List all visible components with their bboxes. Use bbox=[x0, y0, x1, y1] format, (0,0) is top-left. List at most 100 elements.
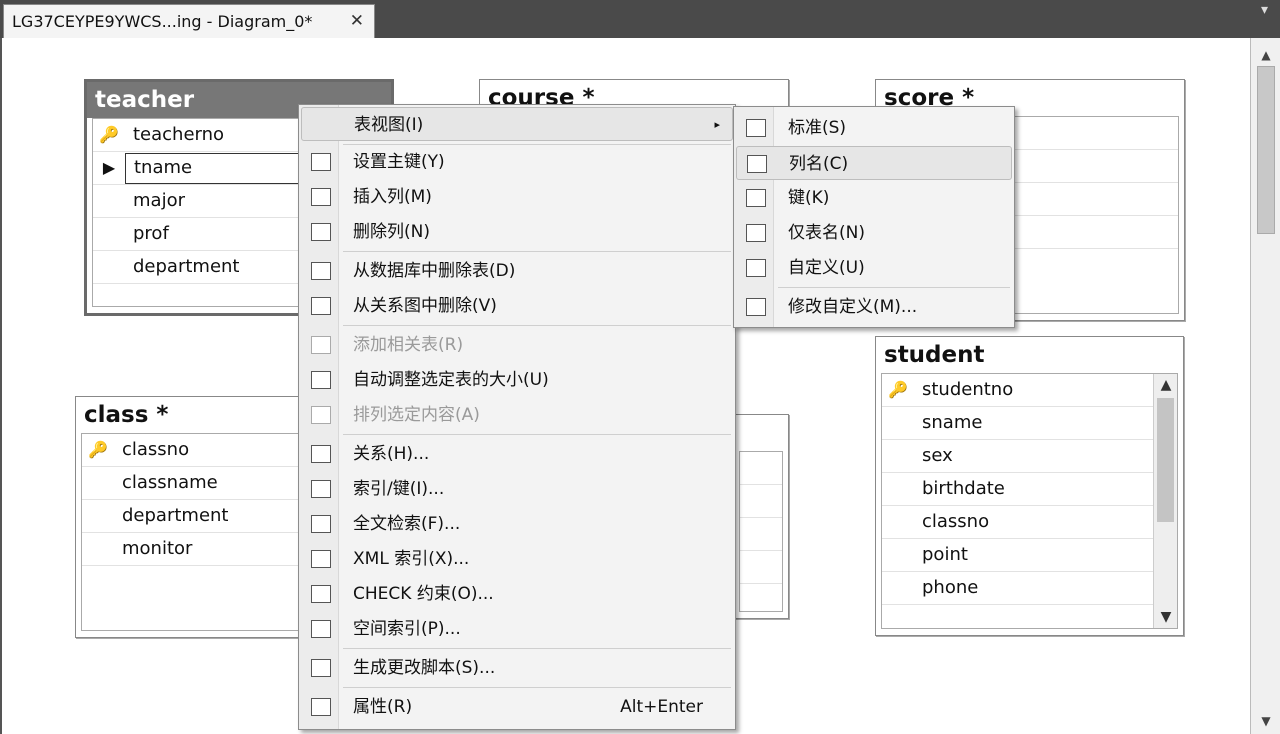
grid-icon bbox=[746, 119, 766, 137]
menu-item-spatial-index[interactable]: 空间索引(P)... bbox=[301, 612, 461, 646]
menu-item-set-primary-key[interactable]: 设置主键(Y) bbox=[301, 145, 445, 179]
menu-item-insert-column[interactable]: 插入列(M) bbox=[301, 180, 432, 214]
menu-item-autosize[interactable]: 自动调整选定表的大小(U) bbox=[301, 363, 549, 397]
column-grid: 🔑 studentno sname sex birthdate classno p… bbox=[881, 373, 1178, 629]
table-student[interactable]: student 🔑 studentno sname sex birthdate c… bbox=[875, 336, 1184, 636]
key-icon: 🔑 bbox=[888, 380, 908, 399]
script-icon bbox=[311, 659, 331, 677]
menu-separator bbox=[778, 287, 1010, 288]
tab-dropdown-icon[interactable]: ▾ bbox=[1261, 2, 1268, 18]
menu-item-delete-column[interactable]: 删除列(N) bbox=[301, 215, 430, 249]
column-name: monitor bbox=[122, 538, 193, 559]
column-name: birthdate bbox=[922, 478, 1005, 499]
column-name: studentno bbox=[922, 379, 1014, 400]
close-icon[interactable]: ✕ bbox=[350, 11, 364, 31]
menu-label: XML 索引(X)... bbox=[353, 549, 470, 569]
menu-separator bbox=[343, 251, 731, 252]
xml-index-icon bbox=[311, 550, 331, 568]
scroll-thumb[interactable] bbox=[1257, 66, 1275, 234]
submenu-item-keys[interactable]: 键(K) bbox=[736, 181, 829, 215]
canvas-vertical-scrollbar[interactable]: ▲ ▼ bbox=[1250, 38, 1280, 734]
column-name: classname bbox=[122, 472, 218, 493]
menu-label: 空间索引(P)... bbox=[353, 619, 461, 639]
delete-table-icon bbox=[311, 262, 331, 280]
column-row[interactable]: 🔑 studentno bbox=[882, 374, 1177, 407]
menu-label: 属性(R) bbox=[353, 697, 413, 717]
menu-label: 自动调整选定表的大小(U) bbox=[353, 370, 549, 390]
submenu-item-modify-custom[interactable]: 修改自定义(M)... bbox=[736, 290, 917, 324]
menu-label: 从数据库中删除表(D) bbox=[353, 261, 516, 281]
context-menu: 表视图(I) ▸ 设置主键(Y) 插入列(M) 删除列(N) 从数据库中删除表(D… bbox=[298, 104, 736, 730]
menu-item-generate-script[interactable]: 生成更改脚本(S)... bbox=[301, 651, 495, 685]
diagram-tab[interactable]: LG37CEYPE9YWCS...ing - Diagram_0* ✕ bbox=[3, 4, 375, 38]
column-row[interactable]: birthdate bbox=[882, 473, 1177, 506]
menu-item-arrange-selection[interactable]: 排列选定内容(A) bbox=[301, 398, 480, 432]
table-class[interactable]: class * 🔑 classno classname department mo… bbox=[75, 396, 311, 638]
column-row[interactable]: classname bbox=[82, 467, 304, 500]
menu-label: 添加相关表(R) bbox=[353, 335, 464, 355]
column-row[interactable] bbox=[740, 485, 782, 518]
column-row[interactable] bbox=[740, 551, 782, 584]
submenu-item-standard[interactable]: 标准(S) bbox=[736, 111, 846, 145]
related-tables-icon bbox=[311, 336, 331, 354]
scroll-up-icon[interactable]: ▲ bbox=[1251, 44, 1280, 66]
menu-item-fulltext[interactable]: 全文检索(F)... bbox=[301, 507, 460, 541]
menu-label: 仅表名(N) bbox=[788, 223, 865, 243]
column-name: prof bbox=[133, 223, 169, 244]
delete-column-icon bbox=[311, 223, 331, 241]
menu-label: 自定义(U) bbox=[788, 258, 865, 278]
menu-separator bbox=[343, 687, 731, 688]
menu-label: 生成更改脚本(S)... bbox=[353, 658, 496, 678]
column-name: major bbox=[133, 190, 185, 211]
remove-icon bbox=[311, 297, 331, 315]
column-row[interactable]: sname bbox=[882, 407, 1177, 440]
menu-item-indexes-keys[interactable]: 索引/键(I)... bbox=[301, 472, 444, 506]
menu-label: 列名(C) bbox=[789, 154, 849, 174]
menu-label: 插入列(M) bbox=[353, 187, 432, 207]
menu-label: 设置主键(Y) bbox=[353, 152, 445, 172]
column-row[interactable] bbox=[740, 518, 782, 551]
table-partial[interactable] bbox=[733, 414, 789, 619]
menu-item-relationships[interactable]: 关系(H)... bbox=[301, 437, 429, 471]
column-row[interactable]: point bbox=[882, 539, 1177, 572]
column-row[interactable]: 🔑 classno bbox=[82, 434, 304, 467]
menu-item-add-related-tables[interactable]: 添加相关表(R) bbox=[301, 328, 463, 362]
column-grid: 🔑 classno classname department monitor bbox=[81, 433, 305, 631]
column-name: classno bbox=[922, 511, 990, 532]
index-icon bbox=[311, 480, 331, 498]
menu-shortcut: Alt+Enter bbox=[620, 697, 703, 717]
table-title: class * bbox=[76, 397, 310, 433]
menu-item-properties[interactable]: 属性(R) Alt+Enter bbox=[301, 690, 733, 724]
column-row[interactable] bbox=[740, 452, 782, 485]
menu-item-check-constraints[interactable]: CHECK 约束(O)... bbox=[301, 577, 494, 611]
scroll-thumb[interactable] bbox=[1157, 398, 1174, 522]
menu-item-delete-from-db[interactable]: 从数据库中删除表(D) bbox=[301, 254, 515, 288]
edit-view-icon bbox=[746, 298, 766, 316]
column-row[interactable]: monitor bbox=[82, 533, 304, 566]
column-row[interactable]: department bbox=[82, 500, 304, 533]
submenu-item-column-names[interactable]: 列名(C) bbox=[736, 146, 1012, 180]
submenu-item-custom[interactable]: 自定义(U) bbox=[736, 251, 865, 285]
autosize-icon bbox=[311, 371, 331, 389]
menu-label: 表视图(I) bbox=[354, 115, 424, 135]
menu-label: 删除列(N) bbox=[353, 222, 430, 242]
column-name: phone bbox=[922, 577, 979, 598]
menu-item-table-view[interactable]: 表视图(I) ▸ bbox=[301, 107, 733, 141]
menu-label: 从关系图中删除(V) bbox=[353, 296, 497, 316]
arrange-icon bbox=[311, 406, 331, 424]
table-view-submenu: 标准(S) 列名(C) 键(K) 仅表名(N) 自定义(U) 修改自定义(M).… bbox=[733, 106, 1015, 328]
tab-title: LG37CEYPE9YWCS...ing - Diagram_0* bbox=[12, 12, 313, 31]
column-row[interactable]: classno bbox=[882, 506, 1177, 539]
scroll-down-icon[interactable]: ▼ bbox=[1251, 710, 1280, 732]
menu-item-remove-from-diagram[interactable]: 从关系图中删除(V) bbox=[301, 289, 497, 323]
scroll-down-icon[interactable]: ▼ bbox=[1154, 606, 1177, 628]
student-scrollbar[interactable]: ▲ ▼ bbox=[1153, 374, 1177, 628]
menu-label: CHECK 约束(O)... bbox=[353, 584, 494, 604]
column-row[interactable]: phone bbox=[882, 572, 1177, 605]
menu-item-xml-index[interactable]: XML 索引(X)... bbox=[301, 542, 469, 576]
scroll-up-icon[interactable]: ▲ bbox=[1154, 374, 1177, 396]
submenu-item-name-only[interactable]: 仅表名(N) bbox=[736, 216, 865, 250]
relationship-icon bbox=[311, 445, 331, 463]
column-row[interactable]: sex bbox=[882, 440, 1177, 473]
column-name: classno bbox=[122, 439, 190, 460]
